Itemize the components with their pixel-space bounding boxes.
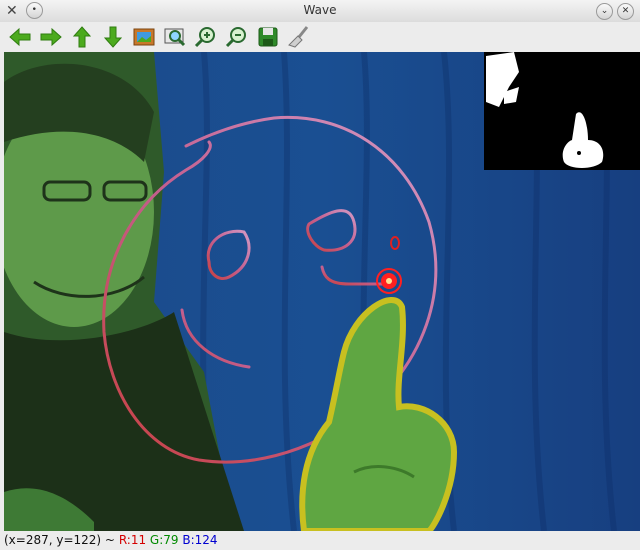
pan-right-button[interactable] bbox=[35, 23, 66, 51]
zoom-fit-button[interactable] bbox=[159, 23, 190, 51]
down-arrow-icon bbox=[103, 26, 122, 48]
image-icon bbox=[133, 28, 154, 46]
toolbar bbox=[0, 22, 640, 52]
save-icon bbox=[258, 27, 277, 47]
pan-up-button[interactable] bbox=[66, 23, 97, 51]
window-title: Wave bbox=[303, 3, 337, 17]
camera-frame bbox=[4, 52, 640, 531]
zoom-out-icon bbox=[225, 27, 246, 48]
pan-down-button[interactable] bbox=[97, 23, 128, 51]
properties-button[interactable] bbox=[283, 23, 314, 51]
cursor-coordinates: (x=287, y=122) ~ bbox=[4, 533, 115, 547]
pan-left-button[interactable] bbox=[4, 23, 35, 51]
close-button[interactable]: ✕ bbox=[617, 3, 634, 20]
forward-arrow-icon bbox=[40, 27, 62, 47]
camera-view[interactable] bbox=[4, 52, 640, 531]
zoom-original-button[interactable] bbox=[128, 23, 159, 51]
blue-value: B:124 bbox=[182, 533, 218, 547]
zoom-in-icon bbox=[194, 27, 215, 48]
red-value: R:11 bbox=[118, 533, 147, 547]
zoom-out-button[interactable] bbox=[221, 23, 252, 51]
title-bar: ✕ • Wave ⌄ ✕ bbox=[0, 0, 640, 23]
back-arrow-icon bbox=[8, 27, 30, 47]
app-window: ✕ • Wave ⌄ ✕ (x=287, y=122) ~ R:11 G:79 … bbox=[0, 0, 640, 550]
status-bar: (x=287, y=122) ~ R:11 G:79 B:124 bbox=[0, 531, 640, 550]
green-value: G:79 bbox=[149, 533, 179, 547]
zoom-fit-icon bbox=[164, 28, 185, 47]
zoom-in-button[interactable] bbox=[190, 23, 221, 51]
up-arrow-icon bbox=[72, 26, 91, 48]
save-button[interactable] bbox=[252, 23, 283, 51]
title-bar-controls: ⌄ ✕ bbox=[596, 3, 634, 20]
minimize-button[interactable]: ⌄ bbox=[596, 3, 613, 20]
binary-mask-inset bbox=[484, 52, 640, 170]
properties-brush-icon bbox=[287, 26, 308, 48]
